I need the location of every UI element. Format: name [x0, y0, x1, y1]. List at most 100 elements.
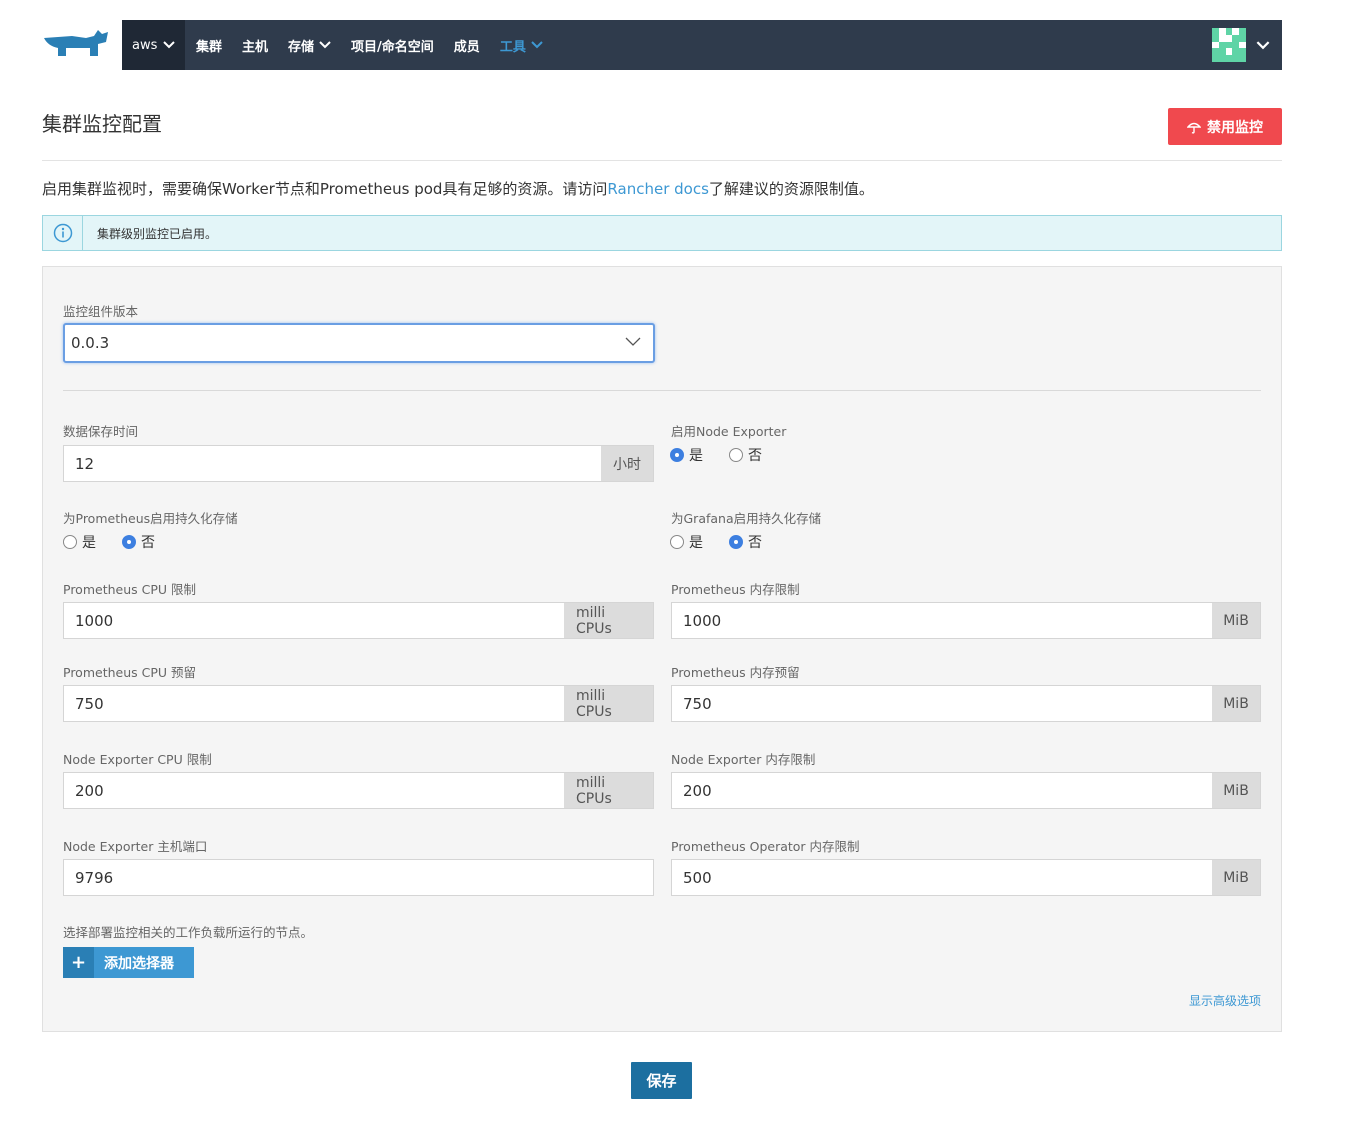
avatar — [1212, 28, 1246, 62]
info-icon — [43, 216, 83, 250]
nav-members[interactable]: 成员 — [454, 36, 480, 55]
nav-cluster[interactable]: 集群 — [196, 36, 222, 55]
node-exporter-label: 启用Node Exporter — [671, 424, 787, 439]
prom-storage-yes-label: 是 — [82, 535, 96, 551]
nav-nodes-label: 主机 — [242, 39, 269, 55]
op-mem-limit-field[interactable]: 500 MiB — [671, 859, 1261, 896]
retention-label: 数据保存时间 — [63, 424, 139, 439]
prom-mem-reserve-input[interactable]: 750 — [672, 686, 1212, 721]
prom-storage-no-label: 否 — [141, 535, 155, 551]
nav-tools[interactable]: 工具 — [500, 36, 543, 55]
prom-mem-limit-unit: MiB — [1212, 603, 1260, 638]
prom-storage-label: 为Prometheus启用持久化存储 — [63, 511, 238, 526]
prom-cpu-reserve-input[interactable]: 750 — [64, 686, 564, 721]
retention-field[interactable]: 12 小时 — [63, 445, 654, 482]
radio-checked-icon[interactable] — [122, 535, 136, 549]
version-label: 监控组件版本 — [63, 304, 139, 319]
nav-storage[interactable]: 存储 — [288, 36, 331, 55]
ne-cpu-limit-field[interactable]: 200 milli CPUs — [63, 772, 654, 809]
prom-mem-reserve-label: Prometheus 内存预留 — [671, 665, 800, 680]
rancher-logo-icon[interactable] — [42, 28, 112, 62]
info-banner: 集群级别监控已启用。 — [42, 215, 1282, 251]
node-exporter-no-label: 否 — [748, 448, 762, 464]
prom-mem-limit-input[interactable]: 1000 — [672, 603, 1212, 638]
save-button[interactable]: 保存 — [631, 1062, 692, 1099]
ne-mem-limit-unit: MiB — [1212, 773, 1260, 808]
prom-cpu-limit-input[interactable]: 1000 — [64, 603, 564, 638]
user-menu[interactable] — [1212, 28, 1270, 62]
plus-icon: + — [63, 947, 94, 978]
prom-mem-limit-field[interactable]: 1000 MiB — [671, 602, 1261, 639]
chevron-down-icon — [1256, 40, 1270, 49]
chevron-down-icon — [531, 41, 543, 49]
nav-storage-label: 存储 — [288, 39, 315, 55]
op-mem-limit-label: Prometheus Operator 内存限制 — [671, 839, 860, 854]
grafana-storage-label: 为Grafana启用持久化存储 — [671, 511, 822, 526]
radio-checked-icon[interactable] — [670, 448, 684, 462]
description: 启用集群监视时，需要确保Worker节点和Prometheus pod具有足够的… — [42, 178, 874, 199]
ne-mem-limit-field[interactable]: 200 MiB — [671, 772, 1261, 809]
radio-unchecked-icon[interactable] — [63, 535, 77, 549]
prom-storage-yes-option[interactable]: 是 — [63, 532, 96, 552]
disable-monitoring-label: 禁用监控 — [1207, 119, 1263, 136]
radio-unchecked-icon[interactable] — [670, 535, 684, 549]
cluster-name: aws — [132, 37, 158, 53]
version-select[interactable]: 0.0.3 — [63, 323, 655, 363]
grafana-storage-no-option[interactable]: 否 — [729, 532, 762, 552]
page-title: 集群监控配置 — [42, 112, 162, 136]
grafana-storage-no-label: 否 — [748, 535, 762, 551]
prom-mem-reserve-field[interactable]: 750 MiB — [671, 685, 1261, 722]
op-mem-limit-unit: MiB — [1212, 860, 1260, 895]
radio-unchecked-icon[interactable] — [729, 448, 743, 462]
add-selector-label: 添加选择器 — [104, 955, 174, 972]
nav-cluster-label: 集群 — [196, 39, 223, 55]
chevron-down-icon — [625, 337, 641, 346]
ne-cpu-limit-unit: milli CPUs — [564, 773, 653, 808]
retention-input[interactable]: 12 — [64, 446, 601, 481]
ne-port-label: Node Exporter 主机端口 — [63, 839, 208, 854]
node-exporter-yes-label: 是 — [689, 448, 703, 464]
retention-unit: 小时 — [601, 446, 653, 481]
ne-port-field[interactable]: 9796 — [63, 859, 654, 896]
umbrella-icon — [1187, 122, 1201, 134]
ne-cpu-limit-input[interactable]: 200 — [64, 773, 564, 808]
nav-projects-label: 项目/命名空间 — [351, 39, 434, 55]
grafana-storage-radio-group: 是 否 — [670, 532, 782, 552]
prom-cpu-reserve-unit: milli CPUs — [564, 686, 653, 721]
prom-storage-radio-group: 是 否 — [63, 532, 175, 552]
ne-mem-limit-input[interactable]: 200 — [672, 773, 1212, 808]
add-selector-button[interactable]: + 添加选择器 — [63, 947, 194, 978]
banner-text: 集群级别监控已启用。 — [97, 226, 218, 241]
prom-mem-limit-label: Prometheus 内存限制 — [671, 582, 800, 597]
show-advanced-link[interactable]: 显示高级选项 — [1189, 992, 1261, 1009]
section-divider — [63, 390, 1261, 391]
node-exporter-radio-group: 是 否 — [670, 445, 782, 465]
disable-monitoring-button[interactable]: 禁用监控 — [1168, 108, 1282, 145]
op-mem-limit-input[interactable]: 500 — [672, 860, 1212, 895]
prom-cpu-reserve-field[interactable]: 750 milli CPUs — [63, 685, 654, 722]
node-exporter-no-option[interactable]: 否 — [729, 445, 762, 465]
selector-hint: 选择部署监控相关的工作负载所运行的节点。 — [63, 925, 314, 940]
cluster-switcher[interactable]: aws — [122, 20, 185, 70]
chevron-down-icon — [319, 41, 331, 49]
description-text-pre: 启用集群监视时，需要确保Worker节点和Prometheus pod具有足够的… — [42, 180, 608, 198]
prom-cpu-reserve-label: Prometheus CPU 预留 — [63, 665, 197, 680]
ne-cpu-limit-label: Node Exporter CPU 限制 — [63, 752, 212, 767]
top-navigation: aws 集群 主机 存储 项目/命名空间 成员 工具 — [122, 20, 1282, 70]
prom-mem-reserve-unit: MiB — [1212, 686, 1260, 721]
prom-cpu-limit-label: Prometheus CPU 限制 — [63, 582, 197, 597]
chevron-down-icon — [163, 41, 176, 49]
ne-port-input[interactable]: 9796 — [64, 860, 653, 895]
nav-projects[interactable]: 项目/命名空间 — [351, 36, 434, 55]
radio-checked-icon[interactable] — [729, 535, 743, 549]
grafana-storage-yes-option[interactable]: 是 — [670, 532, 703, 552]
nav-members-label: 成员 — [453, 39, 480, 55]
prom-cpu-limit-field[interactable]: 1000 milli CPUs — [63, 602, 654, 639]
rancher-docs-link[interactable]: Rancher docs — [607, 180, 708, 198]
node-exporter-yes-option[interactable]: 是 — [670, 445, 703, 465]
version-value: 0.0.3 — [71, 334, 110, 352]
nav-nodes[interactable]: 主机 — [242, 36, 268, 55]
title-divider — [42, 160, 1282, 161]
prom-storage-no-option[interactable]: 否 — [122, 532, 155, 552]
config-panel: 监控组件版本 0.0.3 数据保存时间 12 小时 启用Node Exporte… — [42, 266, 1282, 1032]
